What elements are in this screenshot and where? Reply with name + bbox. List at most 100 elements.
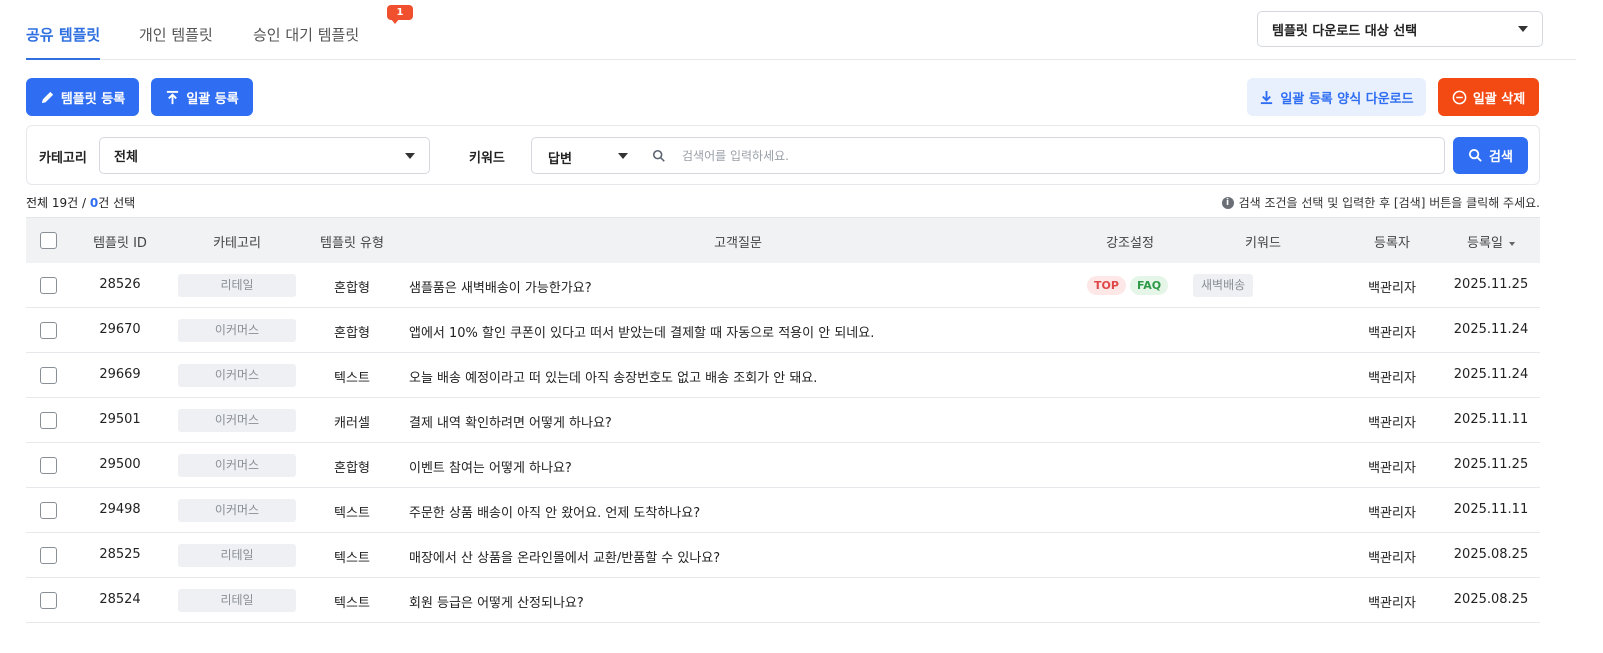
keyword-tag: 새벽배송: [1193, 274, 1254, 297]
bulk-form-download-label: 일괄 등록 양식 다운로드: [1280, 91, 1414, 107]
keyword-type-select[interactable]: 답변: [548, 148, 572, 167]
cell-registered-date: 2025.11.11: [1453, 502, 1529, 517]
info-icon: i: [1221, 196, 1234, 209]
category-tag: 이커머스: [178, 454, 296, 477]
table-row[interactable]: 29501 이커머스 캐러셀 결제 내역 확인하려면 어떻게 하나요? 백관리자 2025…: [26, 398, 1540, 443]
emphasis-faq-badge: FAQ: [1130, 276, 1169, 295]
cell-template-type: 캐러셀: [334, 416, 370, 431]
row-checkbox[interactable]: [40, 277, 57, 294]
cell-customer-question[interactable]: 회원 등급은 어떻게 산정되나요?: [409, 592, 584, 611]
search-icon: [652, 149, 665, 162]
table-row[interactable]: 29670 이커머스 혼합형 앱에서 10% 할인 쿠폰이 있다고 떠서 받았는데 결…: [26, 308, 1540, 353]
cell-customer-question[interactable]: 오늘 배송 예정이라고 떠 있는데 아직 송장번호도 없고 배송 조회가 안 돼…: [409, 367, 817, 386]
bulk-form-download-button[interactable]: 일괄 등록 양식 다운로드: [1247, 78, 1426, 116]
row-checkbox[interactable]: [40, 502, 57, 519]
row-checkbox[interactable]: [40, 592, 57, 609]
upload-arrow-icon: [167, 90, 179, 104]
selected-count: 0: [89, 196, 99, 210]
filter-panel: 카테고리 전체 키워드 답변 검색: [26, 125, 1540, 185]
cell-author: 백관리자: [1368, 281, 1416, 296]
bulk-register-button[interactable]: 일괄 등록: [151, 78, 253, 116]
cell-author: 백관리자: [1368, 506, 1416, 521]
cell-registered-date: 2025.11.25: [1453, 277, 1529, 292]
cell-template-type: 혼합형: [334, 281, 370, 296]
header-registered-date-label: 등록일: [1467, 236, 1503, 251]
cell-template-type: 혼합형: [334, 461, 370, 476]
search-input[interactable]: [682, 144, 1422, 168]
cell-customer-question[interactable]: 이벤트 참여는 어떻게 하나요?: [409, 457, 572, 476]
cell-template-id: 29670: [99, 322, 141, 337]
cell-template-id: 29498: [99, 502, 141, 517]
cell-template-type: 텍스트: [334, 371, 370, 386]
cell-customer-question[interactable]: 주문한 상품 배송이 아직 안 왔어요. 언제 도착하나요?: [409, 502, 700, 521]
cell-registered-date: 2025.11.24: [1453, 367, 1529, 382]
keyword-label: 키워드: [469, 151, 505, 166]
cell-registered-date: 2025.11.11: [1453, 412, 1529, 427]
cell-author: 백관리자: [1368, 551, 1416, 566]
search-button[interactable]: 검색: [1453, 137, 1528, 174]
table-row[interactable]: 29669 이커머스 텍스트 오늘 배송 예정이라고 떠 있는데 아직 송장번호도 없…: [26, 353, 1540, 398]
cell-customer-question[interactable]: 샘플품은 새벽배송이 가능한가요?: [409, 277, 592, 296]
cell-customer-question[interactable]: 결제 내역 확인하려면 어떻게 하나요?: [409, 412, 612, 431]
download-target-select[interactable]: 템플릿 다운로드 대상 선택: [1257, 11, 1543, 47]
search-hint-text: 검색 조건을 선택 및 입력한 후 [검색] 버튼을 클릭해 주세요.: [1238, 196, 1540, 210]
cell-template-id: 29500: [99, 457, 141, 472]
cell-template-id: 29501: [99, 412, 141, 427]
category-tag: 리테일: [178, 274, 296, 297]
category-tag: 이커머스: [178, 319, 296, 342]
category-tag: 리테일: [178, 589, 296, 612]
header-emphasis: 강조설정: [1106, 236, 1154, 251]
cell-registered-date: 2025.11.24: [1453, 322, 1529, 337]
row-checkbox[interactable]: [40, 322, 57, 339]
category-tag: 이커머스: [178, 364, 296, 387]
table-header: 템플릿 ID 카테고리 템플릿 유형 고객질문 강조설정 키워드 등록자 등록일: [26, 217, 1540, 263]
search-button-label: 검색: [1489, 150, 1513, 165]
category-tag: 리테일: [178, 544, 296, 567]
header-registered-date[interactable]: 등록일: [1467, 232, 1515, 251]
search-hint: i 검색 조건을 선택 및 입력한 후 [검색] 버튼을 클릭해 주세요.: [1221, 194, 1540, 211]
download-icon: [1261, 90, 1273, 104]
bulk-delete-label: 일괄 삭제: [1472, 91, 1526, 107]
header-customer-question: 고객질문: [714, 236, 762, 251]
row-checkbox[interactable]: [40, 367, 57, 384]
cell-template-id: 28524: [99, 592, 141, 607]
chevron-down-icon: [1518, 26, 1528, 32]
cell-customer-question[interactable]: 앱에서 10% 할인 쿠폰이 있다고 떠서 받았는데 결제할 때 자동으로 적용…: [409, 322, 874, 341]
header-template-type: 템플릿 유형: [320, 236, 384, 251]
tab-personal-templates[interactable]: 개인 템플릿: [139, 24, 213, 45]
cell-template-id: 28526: [99, 277, 141, 292]
cell-author: 백관리자: [1368, 326, 1416, 341]
bulk-delete-button[interactable]: 일괄 삭제: [1438, 78, 1539, 116]
row-checkbox[interactable]: [40, 547, 57, 564]
tab-pending-templates[interactable]: 승인 대기 템플릿: [253, 24, 359, 45]
select-all-checkbox[interactable]: [40, 232, 57, 249]
cell-template-type: 텍스트: [334, 506, 370, 521]
row-checkbox[interactable]: [40, 457, 57, 474]
header-keyword: 키워드: [1245, 236, 1281, 251]
cell-template-type: 텍스트: [334, 596, 370, 611]
category-select[interactable]: 전체: [99, 137, 430, 174]
header-template-id: 템플릿 ID: [93, 236, 147, 251]
category-tag: 이커머스: [178, 499, 296, 522]
table-row[interactable]: 29500 이커머스 혼합형 이벤트 참여는 어떻게 하나요? 백관리자 2025.11.…: [26, 443, 1540, 488]
cell-customer-question[interactable]: 매장에서 산 상품을 온라인몰에서 교환/반품할 수 있나요?: [409, 547, 720, 566]
table-row[interactable]: 28526 리테일 혼합형 샘플품은 새벽배송이 가능한가요? TOP FAQ 새벽배송 백관…: [26, 263, 1540, 308]
selected-suffix-text: 건 선택: [98, 196, 136, 210]
chevron-down-icon: [405, 152, 415, 159]
category-tag: 이커머스: [178, 409, 296, 432]
template-register-label: 템플릿 등록: [60, 91, 126, 107]
table-row[interactable]: 28524 리테일 텍스트 회원 등급은 어떻게 산정되나요? 백관리자 2025.08.…: [26, 578, 1540, 623]
category-label: 카테고리: [39, 151, 87, 166]
header-category: 카테고리: [213, 236, 261, 251]
template-register-button[interactable]: 템플릿 등록: [26, 78, 139, 116]
cell-registered-date: 2025.08.25: [1453, 547, 1529, 562]
table-row[interactable]: 28525 리테일 텍스트 매장에서 산 상품을 온라인몰에서 교환/반품할 수 있나…: [26, 533, 1540, 578]
minus-circle-icon: [1452, 90, 1467, 104]
result-summary: 전체 19건 / 0건 선택: [26, 194, 135, 211]
row-checkbox[interactable]: [40, 412, 57, 429]
cell-author: 백관리자: [1368, 596, 1416, 611]
tab-shared-templates[interactable]: 공유 템플릿: [26, 24, 101, 60]
table-row[interactable]: 29498 이커머스 텍스트 주문한 상품 배송이 아직 안 왔어요. 언제 도착하나…: [26, 488, 1540, 533]
cell-author: 백관리자: [1368, 416, 1416, 431]
cell-author: 백관리자: [1368, 461, 1416, 476]
